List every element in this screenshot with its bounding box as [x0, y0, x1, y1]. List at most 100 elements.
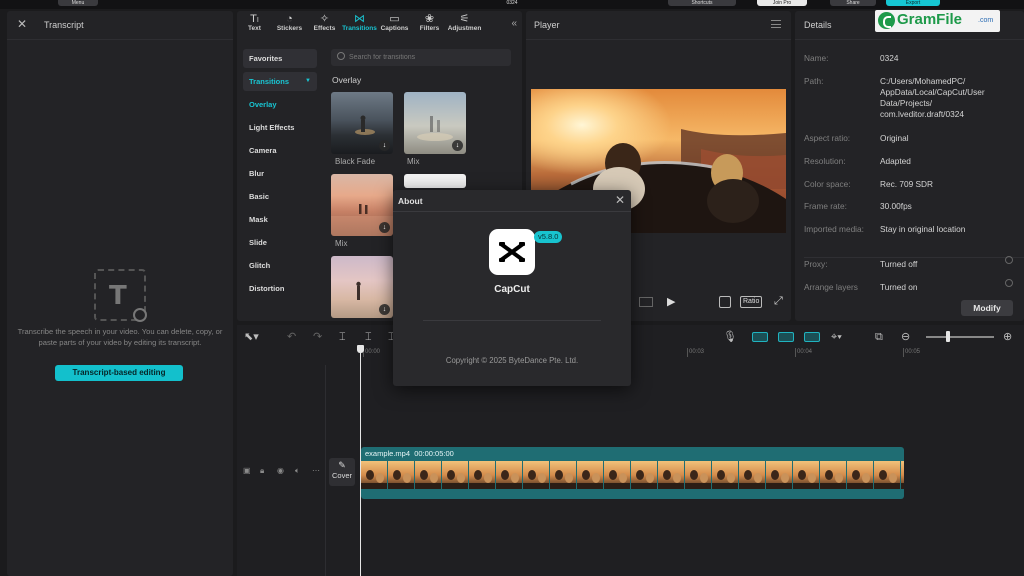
- cover-thumbnail-icon[interactable]: ▣: [243, 466, 251, 478]
- auto-snap-icon[interactable]: [778, 332, 794, 342]
- tab-stickers[interactable]: ◔ Stickers: [272, 11, 307, 39]
- transition-thumb-mix[interactable]: ↓: [404, 92, 466, 154]
- sidebar-item-favorites[interactable]: Favorites: [243, 49, 317, 68]
- eye-icon[interactable]: ◉: [277, 466, 284, 478]
- detail-key: Imported media:: [804, 224, 864, 234]
- app-name: CapCut: [494, 284, 530, 295]
- clip-label: example.mp4 00:00:05:00: [365, 449, 454, 458]
- modify-button[interactable]: Modify: [961, 300, 1013, 316]
- close-icon[interactable]: ✕: [615, 193, 625, 207]
- cover-button[interactable]: ✎ Cover: [329, 458, 355, 486]
- detail-value: Rec. 709 SDR: [880, 179, 934, 189]
- export-button[interactable]: Export: [886, 0, 940, 6]
- audio-icon[interactable]: 🔈︎: [295, 466, 300, 478]
- linkage-icon[interactable]: [804, 332, 820, 342]
- download-icon[interactable]: ↓: [452, 140, 463, 151]
- tab-label: Adjustmen: [447, 25, 482, 32]
- edit-icon: ✎: [338, 460, 346, 470]
- filters-icon: ❀: [424, 13, 435, 25]
- select-tool-icon[interactable]: ⬉▾: [244, 330, 259, 344]
- tab-transitions[interactable]: ⋈ Transitions: [342, 11, 377, 39]
- watermark-suffix: .com: [978, 17, 994, 24]
- screenshot-icon[interactable]: ⧉: [875, 330, 883, 344]
- play-icon[interactable]: ▶: [667, 295, 675, 308]
- ratio-button[interactable]: Ratio: [740, 296, 763, 308]
- detail-key: Color space:: [804, 179, 851, 189]
- divider: [795, 39, 1024, 40]
- fullscreen-icon[interactable]: ⤢: [774, 295, 783, 308]
- sidebar-item-glitch[interactable]: Glitch: [243, 256, 317, 275]
- sticker-icon: ◔: [286, 13, 293, 25]
- zoom-slider-handle[interactable]: [946, 331, 950, 342]
- tab-label: Captions: [380, 25, 409, 32]
- zoom-in-icon[interactable]: ⊕: [1003, 330, 1012, 344]
- transition-thumb-white[interactable]: [404, 174, 466, 188]
- menu-icon[interactable]: [771, 20, 781, 28]
- split-icon[interactable]: ⌶: [339, 330, 346, 344]
- divider: [423, 320, 601, 321]
- sidebar-item-slide[interactable]: Slide: [243, 233, 317, 252]
- sidebar-item-mask[interactable]: Mask: [243, 210, 317, 229]
- search-input[interactable]: [349, 49, 505, 66]
- dialog-title: About: [398, 196, 423, 206]
- close-icon[interactable]: ✕: [17, 17, 27, 31]
- transition-search[interactable]: [331, 49, 511, 66]
- microphone-icon[interactable]: 🎙: [723, 330, 737, 344]
- tab-adjustment[interactable]: ⚟ Adjustmen: [447, 11, 482, 39]
- tab-effects[interactable]: ✧ Effects: [307, 11, 342, 39]
- transitions-icon: ⋈: [354, 13, 365, 25]
- preview-axis-icon[interactable]: ⌖▾: [831, 330, 842, 344]
- captions-icon: ▭: [389, 13, 400, 25]
- transition-thumb-black-fade[interactable]: ↓: [331, 92, 393, 154]
- ruler-tick-label: 00:00: [362, 348, 381, 357]
- share-button[interactable]: Share: [830, 0, 876, 6]
- collapse-icon[interactable]: «: [511, 18, 517, 29]
- undo-icon[interactable]: ↶: [287, 330, 296, 344]
- tab-captions[interactable]: ▭ Captions: [377, 11, 412, 39]
- sidebar-item-camera[interactable]: Camera: [243, 141, 317, 160]
- track-header-divider: [325, 365, 326, 576]
- zoom-out-icon[interactable]: ⊖: [901, 330, 910, 344]
- gramfile-logo-icon: [878, 12, 895, 29]
- join-pro-button[interactable]: Join Pro: [757, 0, 807, 6]
- watermark-text: GramFile: [897, 11, 963, 28]
- download-icon[interactable]: ↓: [379, 222, 390, 233]
- sidebar-item-distortion[interactable]: Distortion: [243, 279, 317, 298]
- transition-thumb-beach[interactable]: ↓: [331, 256, 393, 318]
- sidebar-item-light-effects[interactable]: Light Effects: [243, 118, 317, 137]
- timecode-icon: [639, 297, 653, 307]
- lock-icon[interactable]: 🔒︎: [260, 466, 264, 478]
- details-title: Details: [804, 20, 832, 30]
- player-title: Player: [534, 20, 560, 30]
- detail-value: Stay in original location: [880, 224, 966, 234]
- info-icon[interactable]: [1005, 279, 1013, 287]
- video-clip[interactable]: example.mp4 00:00:05:00: [361, 447, 904, 499]
- download-icon[interactable]: ↓: [379, 304, 390, 315]
- transition-thumb-mix-2[interactable]: ↓: [331, 174, 393, 236]
- download-icon[interactable]: ↓: [379, 140, 390, 151]
- redo-icon[interactable]: ↷: [313, 330, 322, 344]
- sidebar-item-transitions[interactable]: Transitions ▼: [243, 72, 317, 91]
- info-icon[interactable]: [1005, 256, 1013, 264]
- more-icon[interactable]: ⋯: [312, 466, 320, 478]
- menu-button[interactable]: Menu: [58, 0, 98, 6]
- transcript-icon: T: [94, 269, 147, 322]
- detail-value: C:/Users/MohamedPC/ AppData/Local/CapCut…: [880, 76, 985, 119]
- split-left-icon[interactable]: ⌶: [365, 330, 372, 344]
- main-track-magnet-icon[interactable]: [752, 332, 768, 342]
- transcript-based-editing-button[interactable]: Transcript-based editing: [55, 365, 183, 381]
- transition-categories: Favorites Transitions ▼ Overlay Light Eff…: [243, 49, 317, 302]
- tab-filters[interactable]: ❀ Filters: [412, 11, 447, 39]
- tab-text[interactable]: TI Text: [237, 11, 272, 39]
- shortcuts-button[interactable]: Shortcuts: [668, 0, 736, 6]
- sidebar-item-overlay[interactable]: Overlay: [243, 95, 317, 114]
- tab-label: Text: [248, 25, 261, 32]
- zoom-slider[interactable]: [926, 336, 994, 338]
- tab-label: Stickers: [276, 25, 303, 32]
- playhead[interactable]: [357, 345, 364, 576]
- sidebar-item-blur[interactable]: Blur: [243, 164, 317, 183]
- version-badge: v5.8.0: [534, 231, 563, 243]
- fit-icon[interactable]: [719, 296, 731, 308]
- detail-value: 30.00fps: [880, 201, 912, 211]
- sidebar-item-basic[interactable]: Basic: [243, 187, 317, 206]
